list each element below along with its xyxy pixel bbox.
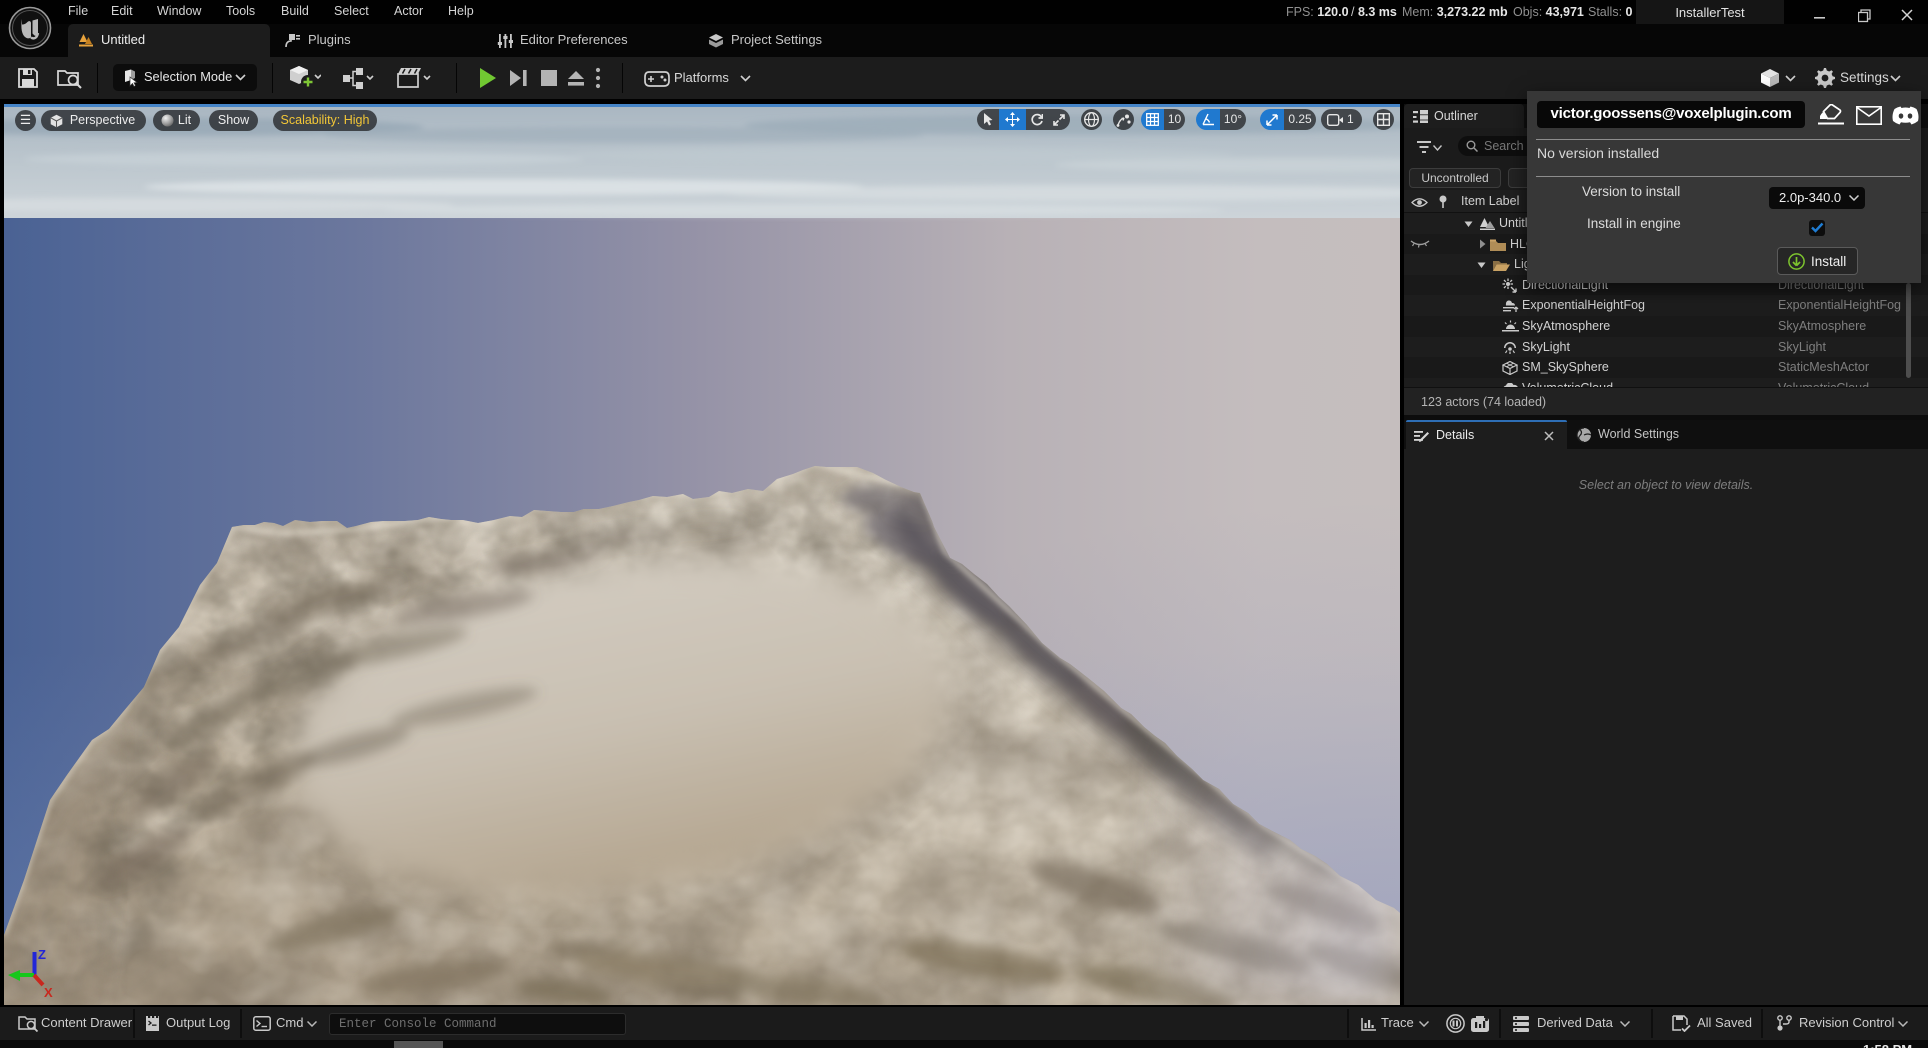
svg-text:Z: Z [38, 947, 46, 962]
svg-text:X: X [44, 985, 53, 1000]
